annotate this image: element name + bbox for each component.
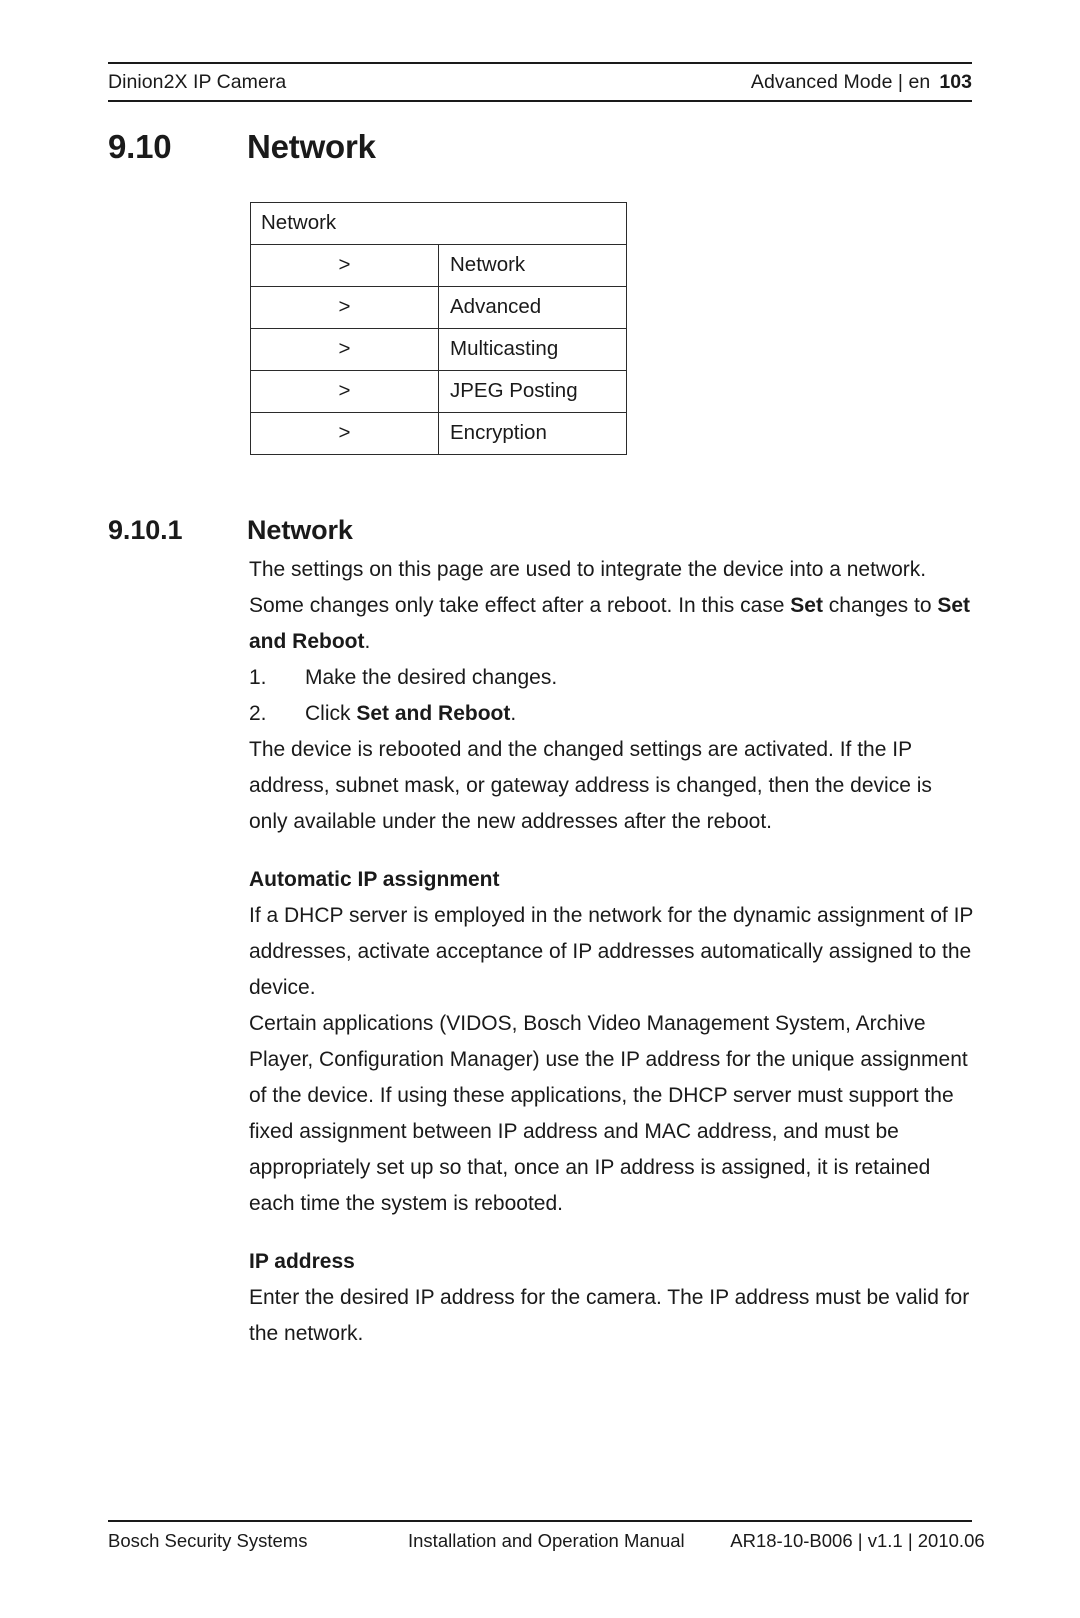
chevron-right-icon: > (250, 244, 439, 287)
document-page: Dinion2X IP Camera Advanced Mode | en 103… (0, 0, 1080, 1618)
menu-item-label: Network (438, 244, 627, 287)
intro-text-c: . (364, 630, 371, 653)
chapter-number: 9.10 (108, 128, 172, 165)
intro-text-b: changes to (822, 594, 938, 617)
footer-row: Bosch Security Systems Installation and … (108, 1522, 985, 1552)
table-row: > Advanced (250, 286, 627, 329)
menu-item-label: Advanced (438, 286, 627, 329)
chapter-heading: 9.10 Network (108, 128, 376, 166)
subheading-ip-address: IP address (249, 1250, 355, 1273)
intro-bold-set: Set (790, 594, 823, 617)
header-mode-language: Advanced Mode | en (750, 71, 931, 93)
menu-item-label: Multicasting (438, 328, 627, 371)
table-row: > Network (250, 244, 627, 287)
table-header-row: Network (250, 202, 627, 245)
footer-company-name: Bosch Security Systems (108, 1530, 308, 1551)
running-footer: Bosch Security Systems Installation and … (108, 1520, 985, 1552)
list-item: 1. Make the desired changes. (249, 660, 975, 696)
step-text: Click Set and Reboot. (305, 696, 975, 732)
section-body: The settings on this page are used to in… (249, 552, 975, 1352)
header-bottom-rule (108, 100, 972, 102)
menu-structure-table: Network > Network > Advanced > Multicast… (250, 202, 627, 455)
chevron-right-icon: > (250, 328, 439, 371)
header-mode-and-page: Advanced Mode | en 103 (751, 71, 972, 94)
chevron-right-icon: > (250, 286, 439, 329)
section-title-text: Network (247, 515, 353, 545)
automatic-ip-paragraph-2: Certain applications (VIDOS, Bosch Video… (249, 1012, 968, 1215)
list-item: 2. Click Set and Reboot. (249, 696, 975, 732)
ip-address-paragraph: Enter the desired IP address for the cam… (249, 1286, 970, 1345)
footer-manual-title: Installation and Operation Manual (408, 1530, 685, 1551)
table-row: > Encryption (250, 412, 627, 455)
after-steps-paragraph: The device is rebooted and the changed s… (249, 738, 932, 833)
table-row: > JPEG Posting (250, 370, 627, 413)
chapter-title-text: Network (247, 128, 376, 165)
chevron-right-icon: > (250, 370, 439, 413)
section-heading: 9.10.1 Network (108, 515, 353, 546)
step-text-pre: Make the desired changes. (305, 666, 558, 689)
header-product-name: Dinion2X IP Camera (108, 71, 287, 93)
table-row: > Multicasting (250, 328, 627, 371)
running-header: Dinion2X IP Camera Advanced Mode | en 103 (108, 62, 972, 102)
header-row: Dinion2X IP Camera Advanced Mode | en 103 (108, 64, 972, 100)
footer-doc-reference: AR18-10-B006 | v1.1 | 2010.06 (730, 1530, 985, 1551)
numbered-step-list: 1. Make the desired changes. 2. Click Se… (249, 660, 975, 732)
table-header-label: Network (250, 202, 627, 245)
section-number: 9.10.1 (108, 515, 183, 545)
subheading-automatic-ip-assignment: Automatic IP assignment (249, 868, 500, 891)
chevron-right-icon: > (250, 412, 439, 455)
intro-paragraph: The settings on this page are used to in… (249, 552, 975, 660)
step-number: 2. (249, 702, 267, 725)
step-text-pre: Click (305, 702, 357, 725)
step-number: 1. (249, 666, 267, 689)
automatic-ip-paragraph-1: If a DHCP server is employed in the netw… (249, 904, 974, 999)
menu-item-label: Encryption (438, 412, 627, 455)
page-number: 103 (939, 71, 972, 93)
step-text-post: . (510, 702, 517, 725)
menu-item-label: JPEG Posting (438, 370, 627, 413)
step-text: Make the desired changes. (305, 660, 975, 696)
step-bold-set-and-reboot: Set and Reboot (356, 702, 511, 725)
